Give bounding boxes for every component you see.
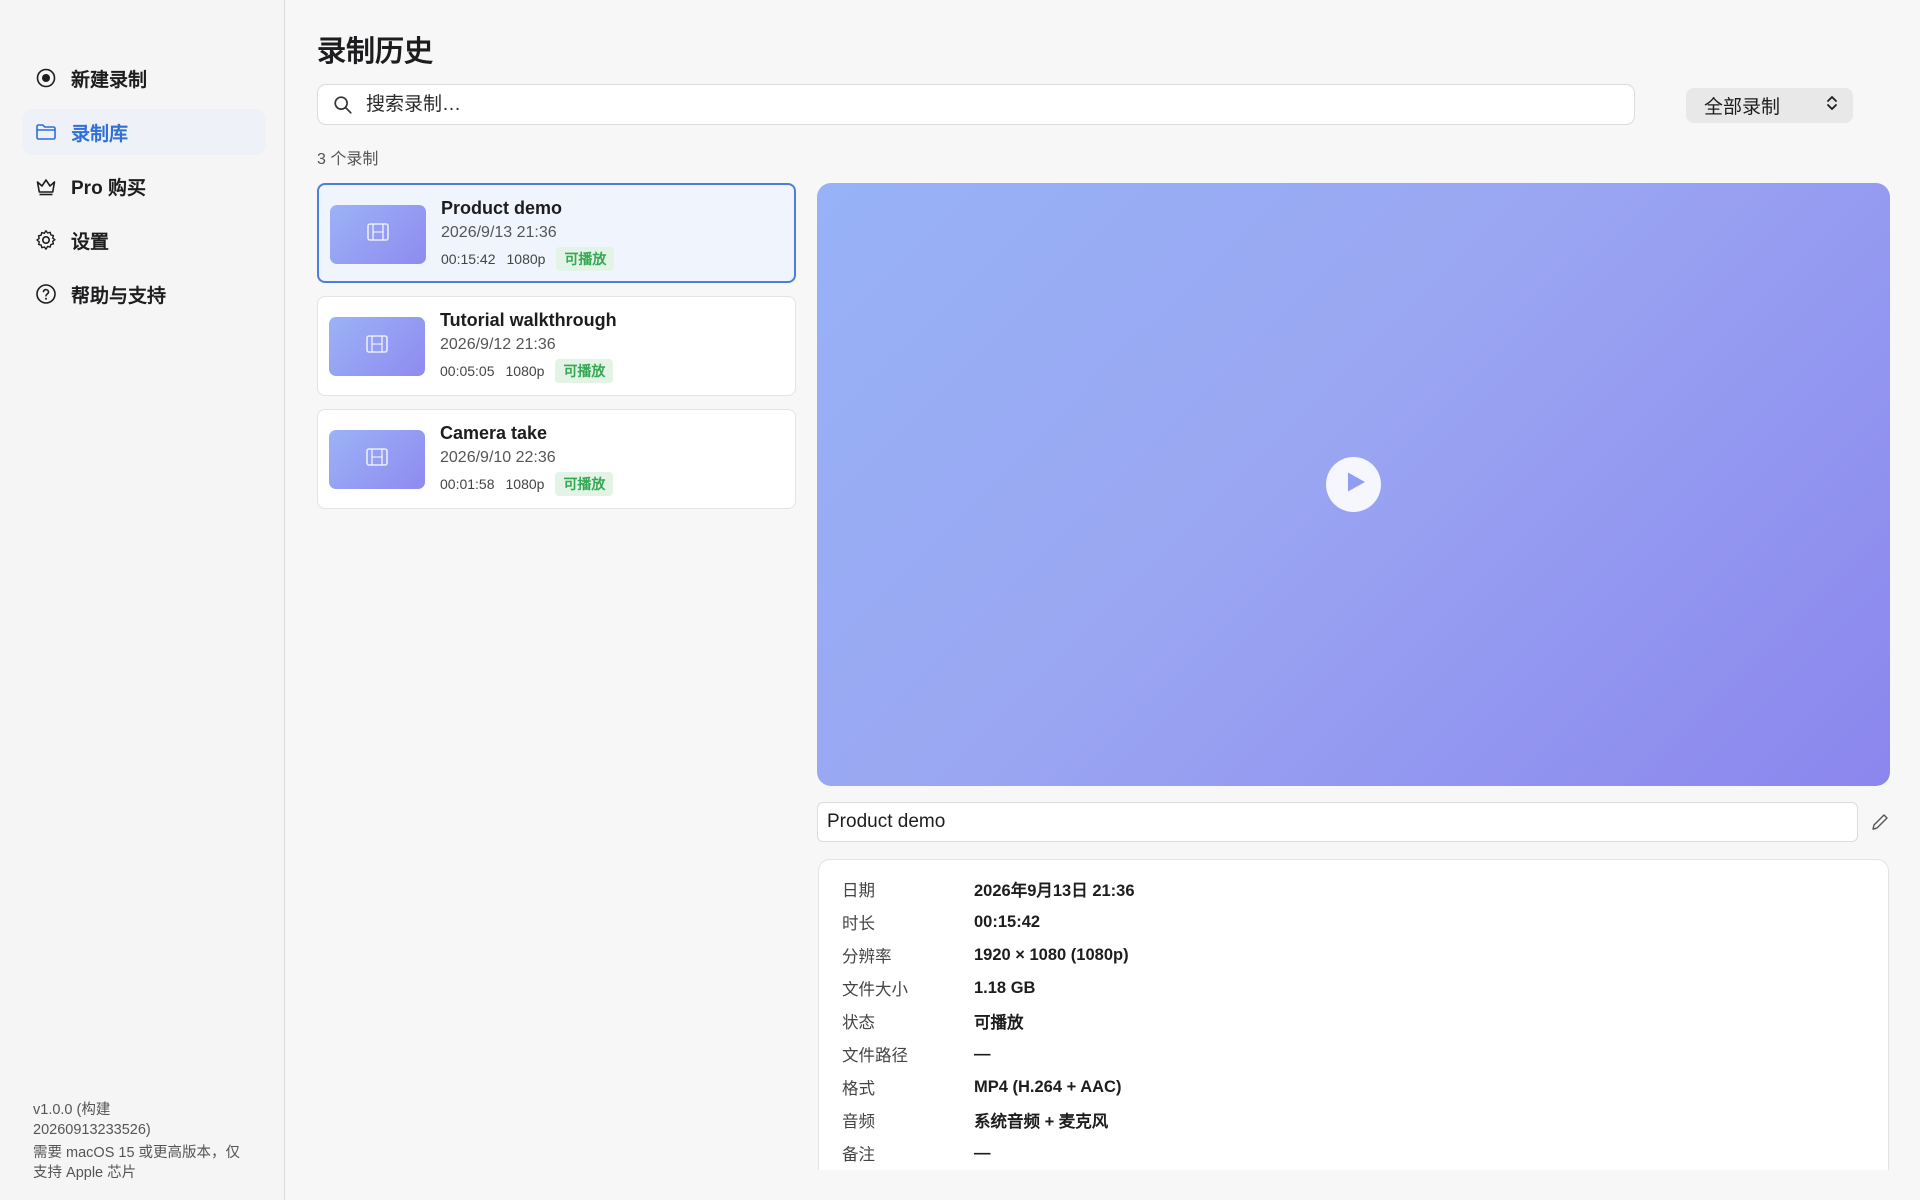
detail-row: 时长 00:15:42 bbox=[842, 910, 1040, 934]
detail-row: 格式 MP4 (H.264 + AAC) bbox=[842, 1075, 1121, 1099]
page-title: 录制历史 bbox=[317, 36, 434, 68]
version-info: v1.0.0 (构建 20260913233526) 需要 macOS 15 或… bbox=[33, 1100, 258, 1183]
detail-value: MP4 (H.264 + AAC) bbox=[974, 1077, 1122, 1096]
play-button[interactable] bbox=[1326, 457, 1381, 512]
sidebar-item-settings[interactable]: 设置 bbox=[22, 217, 266, 263]
recording-date: 2026/9/12 21:36 bbox=[440, 336, 556, 353]
status-badge: 可播放 bbox=[556, 247, 615, 271]
recording-name-field[interactable] bbox=[817, 802, 1858, 842]
sidebar-item-label: Pro 购买 bbox=[71, 177, 146, 199]
detail-row: 音频 系统音频 + 麦克风 bbox=[842, 1108, 1108, 1132]
recording-date: 2026/9/10 22:36 bbox=[440, 449, 556, 466]
recording-card[interactable]: Product demo 2026/9/13 21:36 00:15:42 10… bbox=[317, 183, 796, 283]
recording-resolution: 1080p bbox=[505, 363, 545, 379]
film-icon bbox=[365, 447, 389, 472]
status-badge: 可播放 bbox=[555, 472, 614, 496]
status-badge: 可播放 bbox=[555, 359, 614, 383]
search-field[interactable] bbox=[317, 84, 1635, 125]
sidebar-item-library[interactable]: 录制库 bbox=[22, 109, 266, 155]
recording-resolution: 1080p bbox=[505, 476, 545, 492]
app-window: 新建录制 录制库 Pro 购买 设置 帮助与支持 v1.0.0 (构建 2026… bbox=[0, 0, 1920, 1200]
recording-duration: 00:05:05 bbox=[440, 363, 495, 379]
recording-thumbnail bbox=[329, 430, 425, 489]
detail-label: 备注 bbox=[842, 1146, 875, 1164]
sidebar-item-label: 新建录制 bbox=[71, 69, 148, 91]
detail-label: 文件路径 bbox=[842, 1047, 908, 1065]
folder-icon bbox=[34, 120, 58, 144]
film-icon bbox=[365, 334, 389, 359]
requirement-line: 支持 Apple 芯片 bbox=[33, 1165, 137, 1181]
filter-dropdown[interactable]: 全部录制 bbox=[1686, 88, 1853, 123]
detail-row: 状态 可播放 bbox=[842, 1009, 1024, 1033]
recording-card[interactable]: Tutorial walkthrough 2026/9/12 21:36 00:… bbox=[317, 296, 796, 396]
recording-duration: 00:01:58 bbox=[440, 476, 495, 492]
video-preview[interactable] bbox=[817, 183, 1890, 786]
edit-name-button[interactable] bbox=[1870, 812, 1890, 832]
detail-label: 时长 bbox=[842, 915, 875, 933]
detail-value: — bbox=[974, 1143, 991, 1162]
detail-value: 可播放 bbox=[974, 1014, 1024, 1032]
detail-label: 文件大小 bbox=[842, 981, 908, 999]
version-line: v1.0.0 (构建 bbox=[33, 1102, 111, 1118]
detail-row: 文件路径 — bbox=[842, 1042, 991, 1066]
sidebar-item-label: 录制库 bbox=[71, 123, 129, 145]
sidebar-item-new-recording[interactable]: 新建录制 bbox=[22, 55, 266, 101]
crown-icon bbox=[34, 174, 58, 198]
detail-value: 2026年9月13日 21:36 bbox=[974, 882, 1135, 900]
recording-title: Tutorial walkthrough bbox=[440, 310, 617, 330]
gear-icon bbox=[34, 228, 58, 252]
recording-name-input[interactable] bbox=[827, 811, 1857, 833]
sidebar-item-help[interactable]: 帮助与支持 bbox=[22, 271, 266, 317]
detail-label: 音频 bbox=[842, 1113, 875, 1131]
detail-row: 分辨率 1920 × 1080 (1080p) bbox=[842, 943, 1129, 967]
film-icon bbox=[366, 222, 390, 247]
sidebar-item-pro-purchase[interactable]: Pro 购买 bbox=[22, 163, 266, 209]
recording-thumbnail bbox=[330, 205, 426, 264]
detail-label: 分辨率 bbox=[842, 948, 892, 966]
detail-value: 系统音频 + 麦克风 bbox=[974, 1113, 1109, 1131]
detail-label: 格式 bbox=[842, 1080, 875, 1098]
recording-card[interactable]: Camera take 2026/9/10 22:36 00:01:58 108… bbox=[317, 409, 796, 509]
sidebar: 新建录制 录制库 Pro 购买 设置 帮助与支持 v1.0.0 (构建 2026… bbox=[0, 0, 285, 1200]
build-line: 20260913233526) bbox=[33, 1122, 151, 1138]
window-bottom-edge bbox=[286, 1170, 1920, 1200]
search-icon bbox=[332, 94, 354, 116]
filter-selected-value: 全部录制 bbox=[1704, 97, 1781, 118]
detail-row: 文件大小 1.18 GB bbox=[842, 976, 1035, 1000]
sidebar-item-label: 帮助与支持 bbox=[71, 285, 167, 307]
pencil-icon bbox=[1870, 814, 1890, 836]
detail-label: 日期 bbox=[842, 882, 875, 900]
recording-date: 2026/9/13 21:36 bbox=[441, 224, 557, 241]
play-icon bbox=[1341, 470, 1367, 499]
recording-duration: 00:15:42 bbox=[441, 251, 496, 267]
help-icon bbox=[34, 282, 58, 306]
detail-value: 00:15:42 bbox=[974, 912, 1041, 931]
recording-title: Product demo bbox=[441, 198, 563, 218]
detail-value: 1.18 GB bbox=[974, 978, 1036, 997]
details-panel: 日期 2026年9月13日 21:36 时长 00:15:42 分辨率 1920… bbox=[818, 859, 1889, 1200]
detail-label: 状态 bbox=[842, 1014, 875, 1032]
chevron-up-down-icon bbox=[1825, 94, 1839, 118]
detail-value: 1920 × 1080 (1080p) bbox=[974, 945, 1129, 964]
record-icon bbox=[34, 66, 58, 90]
detail-row: 备注 — bbox=[842, 1141, 991, 1165]
detail-row: 日期 2026年9月13日 21:36 bbox=[842, 877, 1135, 901]
requirement-line: 需要 macOS 15 或更高版本，仅 bbox=[33, 1145, 241, 1161]
search-input[interactable] bbox=[366, 93, 1634, 116]
recording-thumbnail bbox=[329, 317, 425, 376]
recording-resolution: 1080p bbox=[506, 251, 546, 267]
detail-value: — bbox=[974, 1044, 991, 1063]
sidebar-item-label: 设置 bbox=[71, 231, 110, 253]
recording-title: Camera take bbox=[440, 423, 548, 443]
recording-count: 3 个录制 bbox=[317, 151, 379, 168]
